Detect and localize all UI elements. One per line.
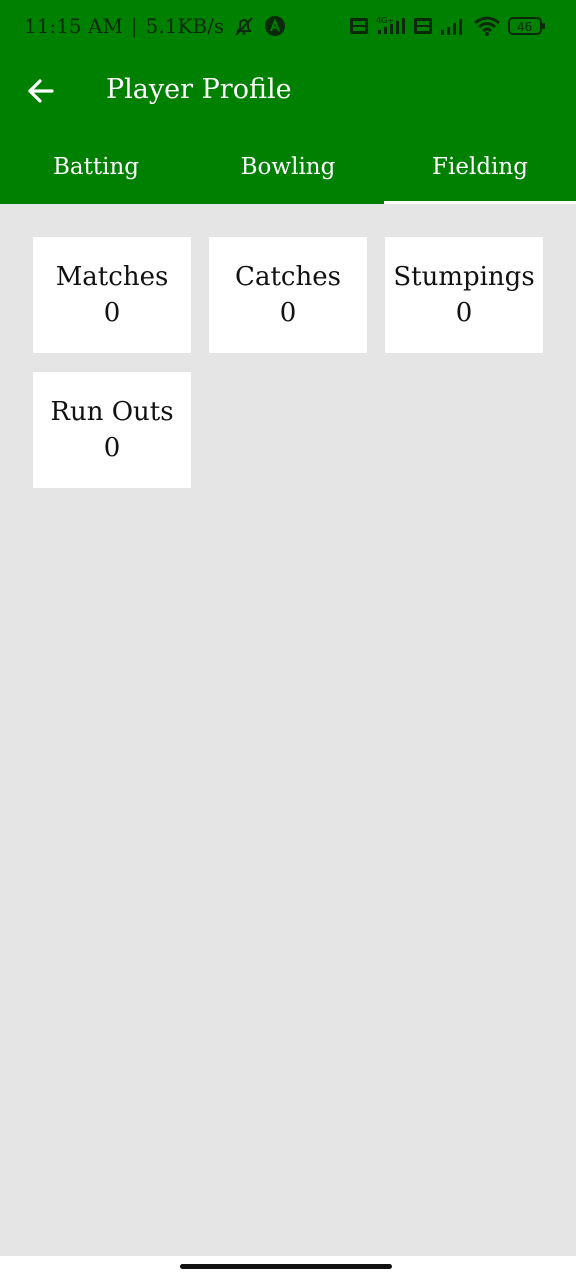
tab-bowling-label: Bowling (240, 154, 336, 180)
stat-label: Run Outs (50, 397, 174, 427)
volte-icon (414, 18, 432, 34)
back-button[interactable] (26, 76, 56, 106)
svg-text:4G+: 4G+ (376, 16, 394, 25)
stat-card-stumpings: Stumpings 0 (385, 237, 543, 353)
status-left: 11:15 AM | 5.1KB/s (24, 12, 286, 40)
tab-bowling[interactable]: Bowling (192, 130, 384, 204)
gesture-bar (0, 1256, 576, 1280)
home-indicator[interactable] (180, 1264, 392, 1269)
stat-value: 0 (279, 298, 297, 328)
battery-level: 46 (517, 20, 532, 34)
signal-icon (440, 17, 466, 35)
status-time: 11:15 AM (24, 14, 123, 38)
stat-value: 0 (103, 433, 121, 463)
stat-card-run-outs: Run Outs 0 (33, 372, 191, 488)
stat-card-matches: Matches 0 (33, 237, 191, 353)
status-right: 4G+ 46 (350, 14, 546, 38)
stat-label: Catches (235, 262, 341, 292)
stat-value: 0 (103, 298, 121, 328)
stat-label: Matches (55, 262, 169, 292)
wifi-icon (474, 16, 500, 36)
page-title: Player Profile (106, 74, 292, 105)
muted-bell-icon (232, 15, 256, 37)
app-bar: Player Profile (0, 52, 576, 130)
tab-bar: Batting Bowling Fielding (0, 130, 576, 204)
stat-card-catches: Catches 0 (209, 237, 367, 353)
status-separator: | (130, 14, 138, 38)
status-net-speed: 5.1KB/s (145, 14, 225, 38)
tab-batting-label: Batting (53, 154, 139, 180)
stat-value: 0 (455, 298, 473, 328)
tab-fielding[interactable]: Fielding (384, 130, 576, 204)
tab-batting[interactable]: Batting (0, 130, 192, 204)
status-bar: 11:15 AM | 5.1KB/s 4G+ 46 (0, 0, 576, 52)
stat-label: Stumpings (393, 262, 535, 292)
battery-icon: 46 (508, 16, 546, 36)
4g-signal-icon: 4G+ (376, 16, 406, 36)
arrow-left-icon (28, 79, 54, 103)
app-notification-icon (264, 15, 286, 37)
tab-fielding-label: Fielding (432, 154, 528, 180)
volte-icon (350, 18, 368, 34)
